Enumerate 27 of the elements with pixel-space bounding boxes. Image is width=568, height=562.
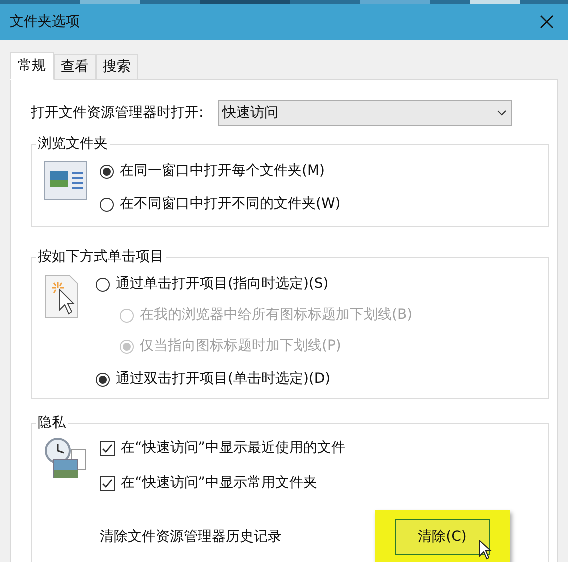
clear-button[interactable]: 清除(C) <box>395 519 490 555</box>
checkmark-icon <box>102 478 113 489</box>
option-label[interactable]: 通过双击打开项目(单击时选定)(D) <box>116 369 331 390</box>
window-icon <box>44 161 88 201</box>
tab[interactable]: 查看 <box>54 54 96 79</box>
radio-button[interactable] <box>100 164 114 178</box>
option-label[interactable]: 在“快速访问”中显示最近使用的文件 <box>121 438 346 459</box>
radio-button[interactable] <box>100 198 114 212</box>
option-label[interactable]: 在不同窗口中打开不同的文件夹(W) <box>120 194 341 215</box>
tab[interactable]: 搜索 <box>96 54 138 79</box>
option-label[interactable]: 通过单击打开项目(指向时选定)(S) <box>116 274 329 295</box>
checkmark-icon <box>102 443 113 454</box>
clock-pictures-icon <box>44 438 88 480</box>
tab[interactable]: 常规 <box>10 52 54 80</box>
checkbox[interactable] <box>100 441 115 456</box>
mouse-cursor-icon <box>479 540 493 560</box>
option-label[interactable]: 在同一窗口中打开每个文件夹(M) <box>120 161 326 182</box>
radio-button[interactable] <box>96 372 110 386</box>
open-with-label: 打开文件资源管理器时打开: <box>31 104 204 122</box>
window-title: 文件夹选项 <box>10 12 80 32</box>
chevron-down-icon <box>496 110 507 116</box>
checkbox[interactable] <box>100 476 115 491</box>
close-icon[interactable] <box>540 15 554 29</box>
option-label[interactable]: 在“快速访问”中显示常用文件夹 <box>121 473 318 494</box>
open-with-dropdown[interactable]: 快速访问 <box>218 100 512 126</box>
radio-button[interactable] <box>96 278 110 292</box>
clear-history-label: 清除文件资源管理器历史记录 <box>100 528 282 546</box>
